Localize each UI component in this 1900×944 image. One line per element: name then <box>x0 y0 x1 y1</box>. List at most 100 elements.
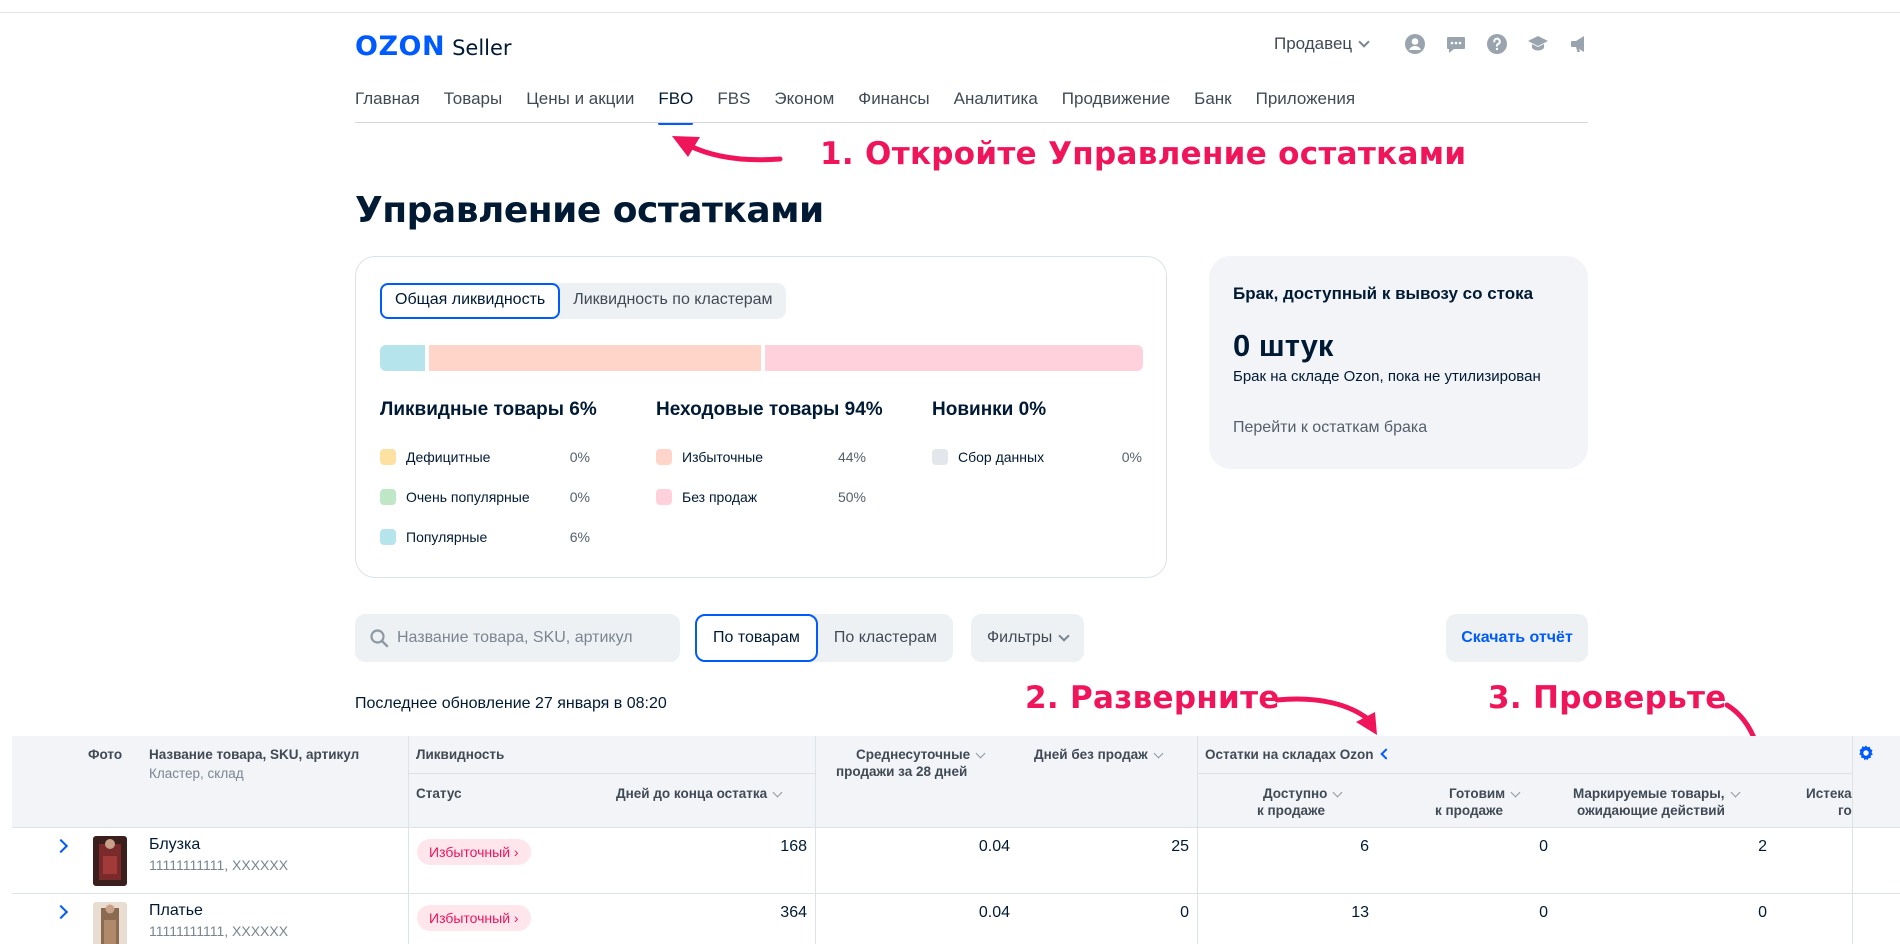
col-marked-label: Маркируемые товары, <box>1573 786 1725 801</box>
days-no-sales-value: 0 <box>1180 904 1189 921</box>
available-value: 13 <box>1351 904 1369 921</box>
expand-row-icon[interactable] <box>53 904 69 920</box>
col-days-left[interactable]: Дней до конца остатка <box>616 785 783 802</box>
col-marked-line2: ожидающие действий <box>1577 803 1725 818</box>
col-avg-sales-label: Среднесуточные <box>856 747 971 762</box>
annotation-step-2: 2. Разверните <box>1025 680 1280 716</box>
col-stock-group[interactable]: Остатки на складах Ozon <box>1205 746 1392 763</box>
nav-item-analytics[interactable]: Аналитика <box>954 89 1038 123</box>
liquidity-bar-segment <box>429 345 761 371</box>
liquidity-bar-segment <box>765 345 1143 371</box>
download-report-button[interactable]: Скачать отчёт <box>1446 614 1588 662</box>
tab-overall-liquidity[interactable]: Общая ликвидность <box>380 283 561 319</box>
nav-item-fbo[interactable]: FBO <box>658 89 693 125</box>
col-days-no-sales-label: Дней без продаж <box>1034 747 1148 762</box>
chat-icon[interactable] <box>1445 33 1467 55</box>
legend-row: Без продаж 50% <box>656 477 866 517</box>
seller-menu[interactable]: Продавец <box>1274 34 1370 54</box>
table-row[interactable]: Блузка 11111111111, XXXXXX Избыточный › … <box>12 827 1900 893</box>
view-by-products[interactable]: По товарам <box>695 614 818 662</box>
chevron-down-icon <box>1510 787 1521 798</box>
collapse-chevron-icon[interactable] <box>1379 748 1392 760</box>
col-available-line2: к продаже <box>1257 803 1325 818</box>
expand-row-icon[interactable] <box>53 838 69 854</box>
avg-sales-value: 0.04 <box>978 904 1010 921</box>
legend-label: Очень популярные <box>406 489 530 505</box>
legend-swatch <box>380 529 396 545</box>
legend-row: Очень популярные 0% <box>380 477 590 517</box>
nav-divider <box>355 122 1588 123</box>
col-available[interactable]: Доступно <box>1263 785 1343 802</box>
legend-swatch <box>656 489 672 505</box>
col-name: Название товара, SKU, артикул <box>149 747 360 762</box>
logo-brand: OZON <box>355 31 446 62</box>
days-left-value: 168 <box>780 838 807 855</box>
col-days-no-sales[interactable]: Дней без продаж <box>1034 746 1164 763</box>
table-row[interactable]: Платье 11111111111, XXXXXX Избыточный › … <box>12 893 1900 944</box>
legend-row: Дефицитные 0% <box>380 437 590 477</box>
annotation-step-1: 1. Откройте Управление остатками <box>820 136 1467 172</box>
tab-cluster-liquidity[interactable]: Ликвидность по кластерам <box>560 283 785 319</box>
slow-moving-group: Неходовые товары 94% Избыточные 44% Без п… <box>656 399 883 517</box>
defect-stock-link[interactable]: Перейти к остаткам брака <box>1233 419 1427 437</box>
new-items-group: Новинки 0% Сбор данных 0% <box>932 399 1142 477</box>
product-sku: 11111111111, XXXXXX <box>149 857 289 873</box>
col-available-label: Доступно <box>1263 786 1328 801</box>
avg-sales-value: 0.04 <box>978 838 1010 855</box>
user-icon[interactable] <box>1404 33 1426 55</box>
col-preparing-label: Готовим <box>1449 786 1506 801</box>
marked-value: 2 <box>1758 838 1767 855</box>
view-by-clusters[interactable]: По кластерам <box>818 614 953 662</box>
nav-item-finance[interactable]: Финансы <box>858 89 929 123</box>
nav-item-bank[interactable]: Банк <box>1194 89 1231 123</box>
ozon-seller-logo[interactable]: OZON Seller <box>355 31 512 62</box>
search-input[interactable] <box>397 629 667 647</box>
liquidity-bar <box>380 345 1143 371</box>
col-expiring-line2: го <box>1838 803 1852 818</box>
nav-item-promotion[interactable]: Продвижение <box>1062 89 1170 123</box>
product-sku: 11111111111, XXXXXX <box>149 923 289 939</box>
product-photo[interactable] <box>93 836 127 886</box>
preparing-value: 0 <box>1539 838 1548 855</box>
nav-item-main[interactable]: Главная <box>355 89 420 123</box>
status-badge-label: Избыточный <box>429 910 511 926</box>
product-name[interactable]: Платье <box>149 902 203 920</box>
col-expiring: Истека <box>1806 786 1852 801</box>
nav-item-products[interactable]: Товары <box>444 89 502 123</box>
legend-swatch <box>380 489 396 505</box>
legend-swatch <box>656 449 672 465</box>
status-badge[interactable]: Избыточный › <box>417 905 531 931</box>
help-icon[interactable] <box>1486 33 1508 55</box>
nav-item-prices[interactable]: Цены и акции <box>526 89 634 123</box>
status-badge-label: Избыточный <box>429 844 511 860</box>
product-photo[interactable] <box>93 902 127 944</box>
col-name-sub: Кластер, склад <box>149 766 244 781</box>
chevron-down-icon <box>1358 36 1370 48</box>
nav-item-econom[interactable]: Эконом <box>774 89 834 123</box>
liquidity-tabs: Общая ликвидность Ликвидность по кластер… <box>380 283 786 319</box>
legend-swatch <box>380 449 396 465</box>
days-no-sales-value: 25 <box>1171 838 1189 855</box>
product-name[interactable]: Блузка <box>149 836 200 854</box>
filters-button[interactable]: Фильтры <box>971 614 1085 662</box>
legend-row: Сбор данных 0% <box>932 437 1142 477</box>
legend-percent: 0% <box>569 489 590 505</box>
col-marked[interactable]: Маркируемые товары, <box>1573 785 1741 802</box>
group-title: Новинки 0% <box>932 399 1047 420</box>
education-icon[interactable] <box>1527 33 1549 55</box>
nav-item-fbs[interactable]: FBS <box>717 89 750 123</box>
logo-product: Seller <box>452 36 512 60</box>
group-title: Неходовые товары 94% <box>656 399 883 420</box>
col-days-left-label: Дней до конца остатка <box>616 786 768 801</box>
gear-icon[interactable] <box>1857 744 1875 762</box>
nav-item-apps[interactable]: Приложения <box>1256 89 1355 123</box>
legend-row: Избыточные 44% <box>656 437 866 477</box>
status-badge[interactable]: Избыточный › <box>417 839 531 865</box>
legend-percent: 6% <box>569 529 590 545</box>
col-preparing[interactable]: Готовим <box>1449 785 1521 802</box>
col-status: Статус <box>416 786 462 801</box>
col-avg-sales[interactable]: Среднесуточные <box>856 746 986 763</box>
announcement-icon[interactable] <box>1568 33 1590 55</box>
seller-menu-label: Продавец <box>1274 34 1353 53</box>
last-updated: Последнее обновление 27 января в 08:20 <box>355 695 667 712</box>
